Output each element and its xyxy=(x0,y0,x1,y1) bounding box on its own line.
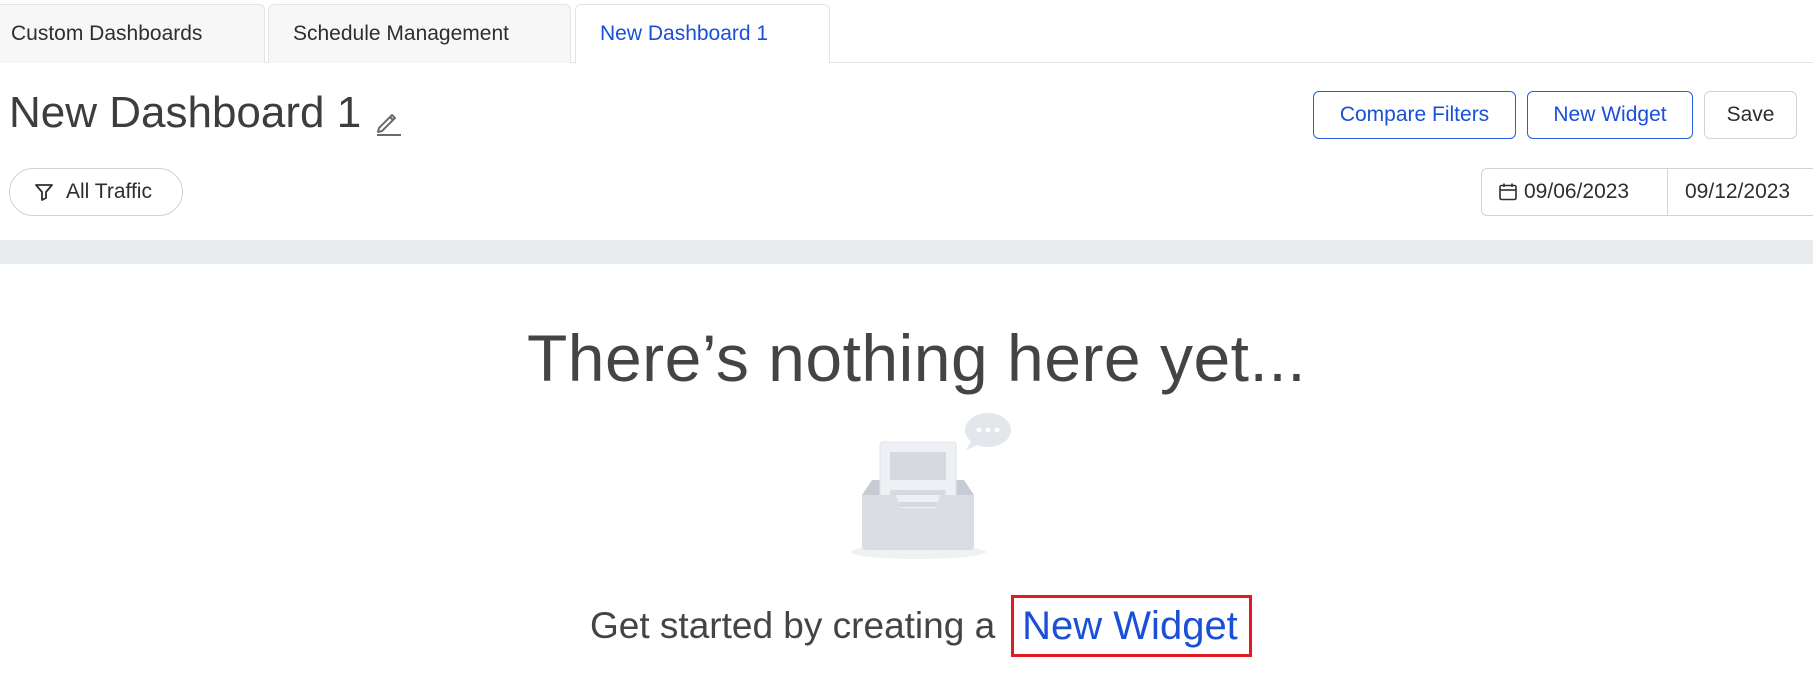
all-traffic-filter[interactable]: All Traffic xyxy=(9,168,183,216)
tab-label: New Dashboard 1 xyxy=(600,22,769,45)
tab-new-dashboard-1[interactable]: New Dashboard 1 xyxy=(575,4,830,64)
compare-filters-button[interactable]: Compare Filters xyxy=(1313,91,1516,139)
empty-state-cta: Get started by creating a New Widget xyxy=(590,595,1252,657)
page-title-text: New Dashboard 1 xyxy=(9,88,362,137)
start-date-field[interactable]: 09/06/2023 xyxy=(1482,169,1668,215)
end-date-field[interactable]: 09/12/2023 xyxy=(1668,169,1790,215)
date-range-picker: 09/06/2023 09/12/2023 xyxy=(1481,168,1813,216)
empty-state-title: There’s nothing here yet... xyxy=(526,321,1307,395)
empty-inbox-icon xyxy=(848,410,1018,562)
page-title: New Dashboard 1 xyxy=(9,88,403,138)
tab-schedule-management[interactable]: Schedule Management xyxy=(268,4,571,63)
new-widget-label: New Widget xyxy=(1553,103,1667,126)
tab-custom-dashboards[interactable]: Custom Dashboards xyxy=(0,4,265,63)
pencil-icon[interactable] xyxy=(373,98,403,136)
funnel-icon xyxy=(35,184,53,201)
tab-bar: Custom Dashboards Schedule Management Ne… xyxy=(0,0,1813,64)
cta-prompt: Get started by creating a xyxy=(590,605,996,646)
end-date-value: 09/12/2023 xyxy=(1685,180,1791,203)
section-divider xyxy=(0,240,1813,264)
save-button[interactable]: Save xyxy=(1704,91,1797,139)
start-date-value: 09/06/2023 xyxy=(1524,180,1630,203)
new-widget-link[interactable]: New Widget xyxy=(1011,595,1252,657)
save-label: Save xyxy=(1726,103,1775,126)
tab-label: Schedule Management xyxy=(293,22,509,45)
new-widget-button[interactable]: New Widget xyxy=(1527,91,1693,139)
compare-filters-label: Compare Filters xyxy=(1339,103,1490,126)
filter-label: All Traffic xyxy=(66,180,152,203)
tab-label: Custom Dashboards xyxy=(11,22,203,45)
calendar-icon xyxy=(1499,183,1517,201)
